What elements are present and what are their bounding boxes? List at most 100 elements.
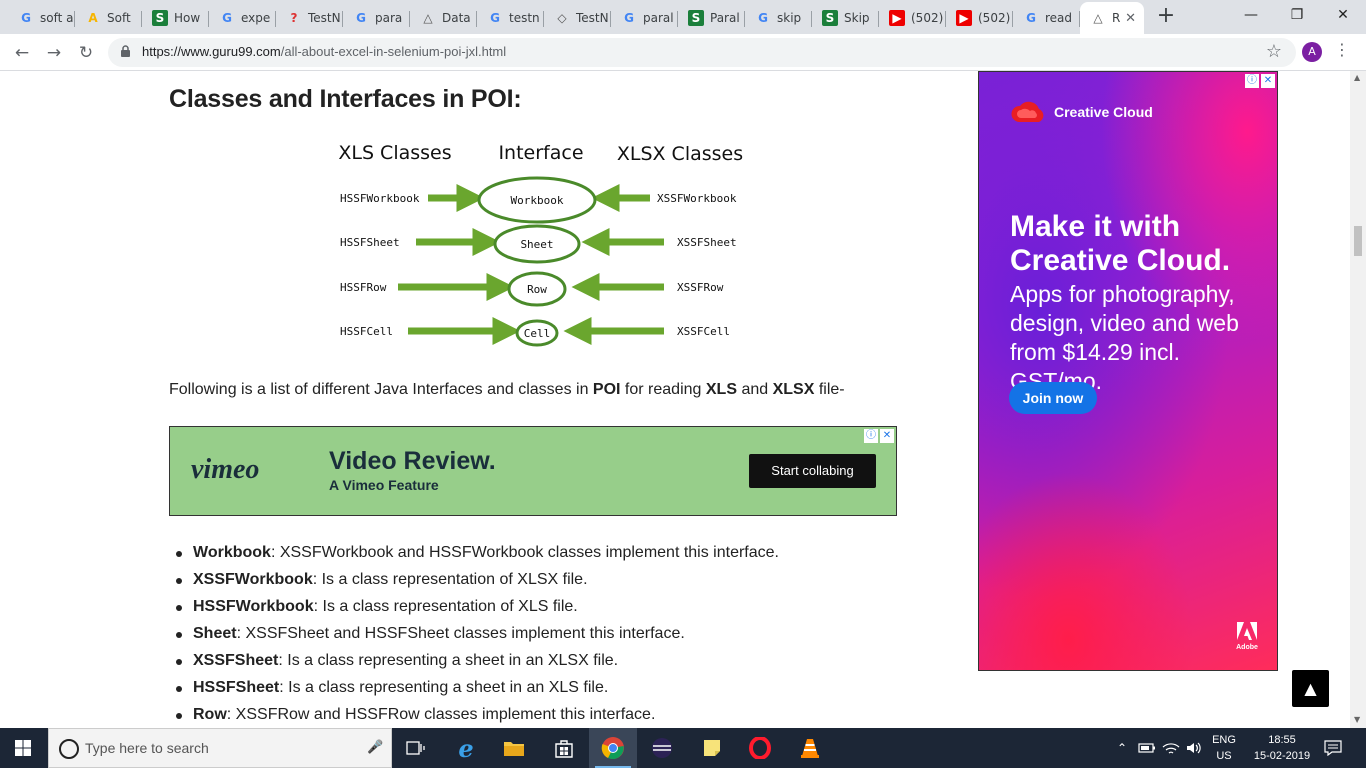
tab-close-icon[interactable]: ✕	[1125, 11, 1136, 26]
url-text[interactable]: https://www.guru99.com/all-about-excel-i…	[142, 44, 506, 59]
battery-icon[interactable]	[1136, 728, 1158, 768]
browser-tab[interactable]: S How	[142, 4, 209, 32]
edge-icon[interactable]: e	[442, 728, 490, 768]
google-icon: G	[21, 11, 31, 25]
page-scrollbar[interactable]: ▲ ▼	[1350, 71, 1366, 728]
browser-tab[interactable]: Gread	[1013, 4, 1080, 32]
opera-icon[interactable]	[736, 728, 784, 768]
amp-icon: A	[88, 11, 98, 25]
browser-tab[interactable]: S Paral	[678, 4, 745, 32]
tab-title: paral	[643, 11, 674, 25]
notifications-icon[interactable]	[1320, 728, 1346, 768]
adchoices: ⓘ ✕	[864, 429, 894, 443]
youtube-icon: ▶	[956, 10, 972, 26]
browser-tab[interactable]: S Skip	[812, 4, 879, 32]
adobe-icon	[1237, 622, 1257, 640]
browser-tab[interactable]: ▶ (502)	[879, 4, 946, 32]
minimize-button[interactable]: —	[1228, 0, 1274, 30]
testng-icon: ◇	[557, 11, 567, 25]
eclipse-icon[interactable]	[638, 728, 686, 768]
side-ad-close-icon[interactable]: ✕	[1261, 74, 1275, 88]
list-item: Row: XSSFRow and HSSFRow classes impleme…	[176, 704, 779, 728]
diagram-xls-class: HSSFCell	[340, 325, 393, 338]
list-item-term: Workbook	[193, 544, 271, 561]
profile-avatar[interactable]: A	[1302, 42, 1322, 62]
volume-icon[interactable]	[1184, 728, 1206, 768]
tab-title: (502)	[978, 11, 1011, 25]
tab-strip: Gsoft a A Soft S How Gexpe? TestN Gpara △ Data Gte…	[0, 0, 1366, 34]
poi-diagram: XLS Classes Interface XLSX Classes HSSFW…	[338, 142, 743, 347]
browser-tab[interactable]: Gpara	[343, 4, 410, 32]
side-ad-headline-1: Make it with	[1010, 210, 1181, 243]
list-item-term: XSSFSheet	[193, 652, 279, 669]
browser-tab[interactable]: Gexpe	[209, 4, 276, 32]
diagram-xls-class: HSSFRow	[340, 281, 387, 294]
bookmark-star-icon[interactable]: ☆	[1266, 41, 1282, 62]
side-adchoices: ⓘ ✕	[1245, 74, 1275, 88]
list-item: Sheet: XSSFSheet and HSSFSheet classes i…	[176, 623, 779, 650]
tab-title: R	[1112, 11, 1121, 25]
browser-tab[interactable]: Gskip	[745, 4, 812, 32]
browser-tab[interactable]: △ R ✕	[1080, 2, 1144, 34]
list-item-term: XSSFWorkbook	[193, 571, 313, 588]
creative-cloud-brand: Creative Cloud	[1054, 104, 1153, 120]
intro-text-2: for reading	[620, 381, 706, 398]
list-item-text: : Is a class representing a sheet in an …	[279, 679, 609, 696]
new-tab-button[interactable]: +	[1154, 5, 1178, 29]
creative-cloud-ad[interactable]: ⓘ ✕ Creative Cloud Make it with Creative…	[978, 71, 1278, 671]
sticky-notes-icon[interactable]	[688, 728, 736, 768]
browser-tab[interactable]: Gsoft a	[8, 4, 75, 32]
browser-tab[interactable]: A Soft	[75, 4, 142, 32]
menu-icon[interactable]: ⋮	[1334, 40, 1350, 59]
windows-start-icon[interactable]	[15, 740, 31, 756]
list-item-text: : XSSFSheet and HSSFSheet classes implem…	[236, 625, 685, 642]
back-to-top-button[interactable]: ▲	[1292, 670, 1329, 707]
scroll-down-icon[interactable]: ▼	[1354, 715, 1360, 724]
scroll-thumb[interactable]	[1354, 226, 1362, 256]
address-bar[interactable]: https://www.guru99.com/all-about-excel-i…	[108, 38, 1296, 67]
chrome-icon[interactable]	[589, 728, 637, 768]
language-indicator[interactable]: ENG US	[1204, 732, 1244, 764]
browser-tab[interactable]: ▶ (502)	[946, 4, 1013, 32]
stm-icon: S	[688, 10, 704, 26]
close-window-button[interactable]: ✕	[1320, 0, 1366, 30]
browser-tab[interactable]: ? TestN	[276, 4, 343, 32]
browser-tab[interactable]: Gparal	[611, 4, 678, 32]
windows-taskbar: Type here to search 🎤 e ⌃ ENG US 18:55 1…	[0, 728, 1366, 768]
tray-chevron-icon[interactable]: ⌃	[1112, 728, 1132, 768]
file-explorer-icon[interactable]	[490, 728, 538, 768]
drive-icon: △	[1093, 11, 1103, 25]
system-clock[interactable]: 18:55 15-02-2019	[1250, 732, 1314, 764]
ad-close-icon[interactable]: ✕	[880, 429, 894, 443]
diagram-interface-name: Row	[527, 283, 547, 296]
side-adchoices-info-icon[interactable]: ⓘ	[1245, 74, 1259, 88]
lock-icon[interactable]	[120, 45, 131, 58]
intro-bold-xls: XLS	[705, 381, 737, 398]
browser-tab[interactable]: △ Data	[410, 4, 477, 32]
browser-tab[interactable]: Gtestn	[477, 4, 544, 32]
cortana-icon	[59, 739, 79, 759]
taskbar-search[interactable]: Type here to search 🎤	[48, 728, 392, 768]
start-collabing-button[interactable]: Start collabing	[749, 454, 876, 488]
reload-button[interactable]: ↻	[74, 41, 98, 65]
task-view-icon[interactable]	[392, 728, 440, 768]
vimeo-logo: vimeo	[191, 454, 260, 485]
restore-button[interactable]: ❐	[1274, 0, 1320, 30]
vlc-icon[interactable]	[786, 728, 834, 768]
adchoices-info-icon[interactable]: ⓘ	[864, 429, 878, 443]
forward-button[interactable]: →	[42, 41, 66, 65]
vimeo-ad-banner[interactable]: vimeo Video Review. A Vimeo Feature Star…	[169, 426, 897, 516]
microphone-icon[interactable]: 🎤	[367, 740, 383, 755]
tab-title: Paral	[710, 11, 740, 25]
wifi-icon[interactable]	[1160, 728, 1182, 768]
vimeo-ad-title: Video Review.	[329, 447, 496, 475]
join-now-button[interactable]: Join now	[1009, 382, 1097, 414]
back-button[interactable]: ←	[10, 41, 34, 65]
clock-time: 18:55	[1268, 734, 1296, 746]
language-code: ENG	[1212, 734, 1236, 746]
store-icon[interactable]	[540, 728, 588, 768]
list-item: Workbook: XSSFWorkbook and HSSFWorkbook …	[176, 542, 779, 569]
browser-tab[interactable]: ◇ TestN	[544, 4, 611, 32]
clock-date: 15-02-2019	[1253, 750, 1311, 762]
scroll-up-icon[interactable]: ▲	[1354, 73, 1360, 82]
